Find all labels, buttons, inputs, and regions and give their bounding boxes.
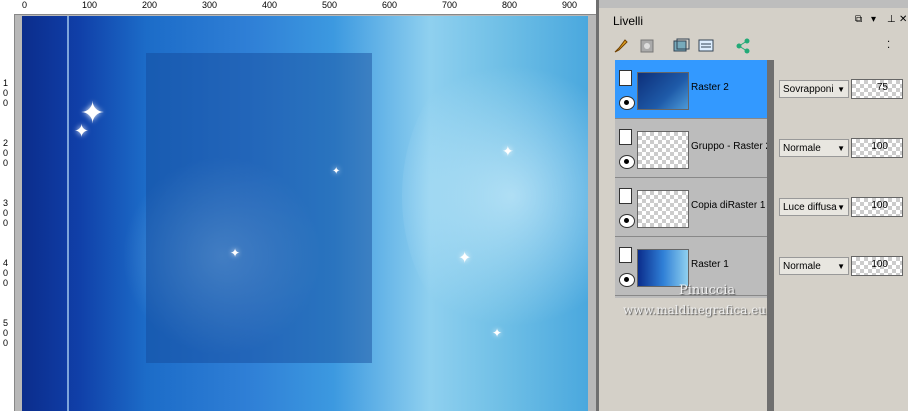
- layer-thumbnail: [637, 72, 689, 110]
- brush-icon[interactable]: [611, 36, 631, 56]
- blend-mode-value: Normale: [783, 143, 821, 154]
- chevron-down-icon: ▼: [837, 85, 845, 94]
- layer-row-gruppo-raster-2[interactable]: Gruppo - Raster 2: [615, 119, 771, 178]
- eye-icon[interactable]: [619, 273, 635, 287]
- layers-panel: Livelli ⧉ ▾ ⊥ ✕ ⁚ Raster 2 Gruppo - Rast…: [596, 0, 908, 411]
- ruler-top: 0 100 200 300 400 500 600 700 800 900: [0, 0, 596, 15]
- layer-row-raster-2[interactable]: Raster 2: [615, 60, 767, 119]
- layer-thumbnail: [637, 131, 689, 169]
- eye-icon[interactable]: [619, 96, 635, 110]
- dock-icon[interactable]: ⧉: [855, 14, 862, 25]
- ruler-label: 600: [382, 0, 398, 10]
- ruler-label: 900: [562, 0, 578, 10]
- document-icon: [619, 70, 632, 86]
- opacity-value: 75: [876, 82, 888, 93]
- light-line: [67, 16, 69, 411]
- document-icon: [619, 188, 632, 204]
- ruler-label: 300: [202, 0, 218, 10]
- panel-header: Livelli ⧉ ▾ ⊥ ✕: [599, 10, 908, 32]
- layer-name: Copia diRaster 1: [691, 200, 766, 211]
- blend-mode-value: Sovrapponi: [783, 84, 834, 95]
- close-icon[interactable]: ✕: [899, 14, 907, 25]
- pin-icon[interactable]: ▾: [871, 14, 876, 25]
- ruler-label: 400: [262, 0, 278, 10]
- blend-mode-value: Normale: [783, 261, 821, 272]
- layers-toolbar: ⁚: [599, 34, 908, 58]
- ruler-left: 1 0 0 2 0 0 3 0 0 4 0 0 5 0 0: [0, 14, 15, 411]
- overlay-rectangle: [146, 53, 372, 363]
- chevron-down-icon: ▼: [837, 262, 845, 271]
- layer-name: Gruppo - Raster 2: [691, 141, 772, 152]
- panel-divider[interactable]: [767, 60, 774, 411]
- ruler-label: 700: [442, 0, 458, 10]
- watermark-name: Pinuccia: [679, 283, 736, 298]
- chevron-down-icon: ▼: [837, 144, 845, 153]
- sparkle-icon: ✦: [492, 326, 503, 340]
- share-icon[interactable]: [733, 36, 753, 56]
- ruler-label: 200: [142, 0, 158, 10]
- ruler-label: 100: [82, 0, 98, 10]
- panel-top-strip: [599, 0, 908, 8]
- ruler-label: 800: [502, 0, 518, 10]
- sparkle-icon: ✦: [502, 144, 514, 160]
- ruler-label: 0: [22, 0, 28, 10]
- chevron-down-icon: ▼: [837, 203, 845, 212]
- document-icon: [619, 247, 632, 263]
- layer-thumbnail: [637, 249, 689, 287]
- opacity-value: 100: [871, 200, 888, 211]
- blend-mode-select[interactable]: Luce diffusa ▼: [779, 198, 849, 216]
- mask-icon[interactable]: [637, 36, 657, 56]
- layer-name: Raster 2: [691, 82, 729, 93]
- glow-effect: [402, 46, 588, 346]
- blend-mode-select[interactable]: Normale ▼: [779, 139, 849, 157]
- layer-list: Raster 2 Gruppo - Raster 2 Copia diRaste…: [615, 60, 771, 298]
- blend-mode-select[interactable]: Sovrapponi ▼: [779, 80, 849, 98]
- eye-icon[interactable]: [619, 155, 635, 169]
- blend-mode-value: Luce diffusa: [783, 202, 837, 213]
- eye-icon[interactable]: [619, 214, 635, 228]
- document-icon: [619, 129, 632, 145]
- opacity-field[interactable]: 100: [851, 138, 903, 158]
- ruler-label: 1 0 0: [3, 78, 9, 108]
- layer-properties-icon[interactable]: [697, 36, 717, 56]
- ruler-label: 2 0 0: [3, 138, 9, 168]
- ruler-label: 3 0 0: [3, 198, 9, 228]
- ruler-label: 5 0 0: [3, 318, 9, 348]
- opacity-field[interactable]: 100: [851, 256, 903, 276]
- image-canvas[interactable]: ✦ ✦ ✦ ✦ ✦ ✦ ✦: [22, 16, 588, 411]
- sparkle-icon: ✦: [74, 121, 90, 142]
- canvas-area[interactable]: 0 100 200 300 400 500 600 700 800 900 1 …: [0, 0, 596, 411]
- layer-thumbnail: [637, 190, 689, 228]
- blend-mode-select[interactable]: Normale ▼: [779, 257, 849, 275]
- new-layer-icon[interactable]: [671, 36, 691, 56]
- pin-icon[interactable]: ⊥: [887, 14, 896, 25]
- watermark-url: www.maldinegrafica.eu: [623, 303, 767, 317]
- ruler-label: 4 0 0: [3, 258, 9, 288]
- more-icon[interactable]: ⁚: [887, 40, 890, 51]
- layer-row-copia-raster-1[interactable]: Copia diRaster 1: [615, 178, 767, 237]
- sparkle-icon: ✦: [332, 166, 341, 177]
- opacity-value: 100: [871, 259, 888, 270]
- sparkle-icon: ✦: [458, 248, 472, 267]
- panel-title: Livelli: [613, 14, 644, 28]
- layer-name: Raster 1: [691, 259, 729, 270]
- ruler-label: 500: [322, 0, 338, 10]
- opacity-field[interactable]: 100: [851, 197, 903, 217]
- sparkle-icon: ✦: [230, 246, 241, 260]
- opacity-field[interactable]: 75: [851, 79, 903, 99]
- opacity-value: 100: [871, 141, 888, 152]
